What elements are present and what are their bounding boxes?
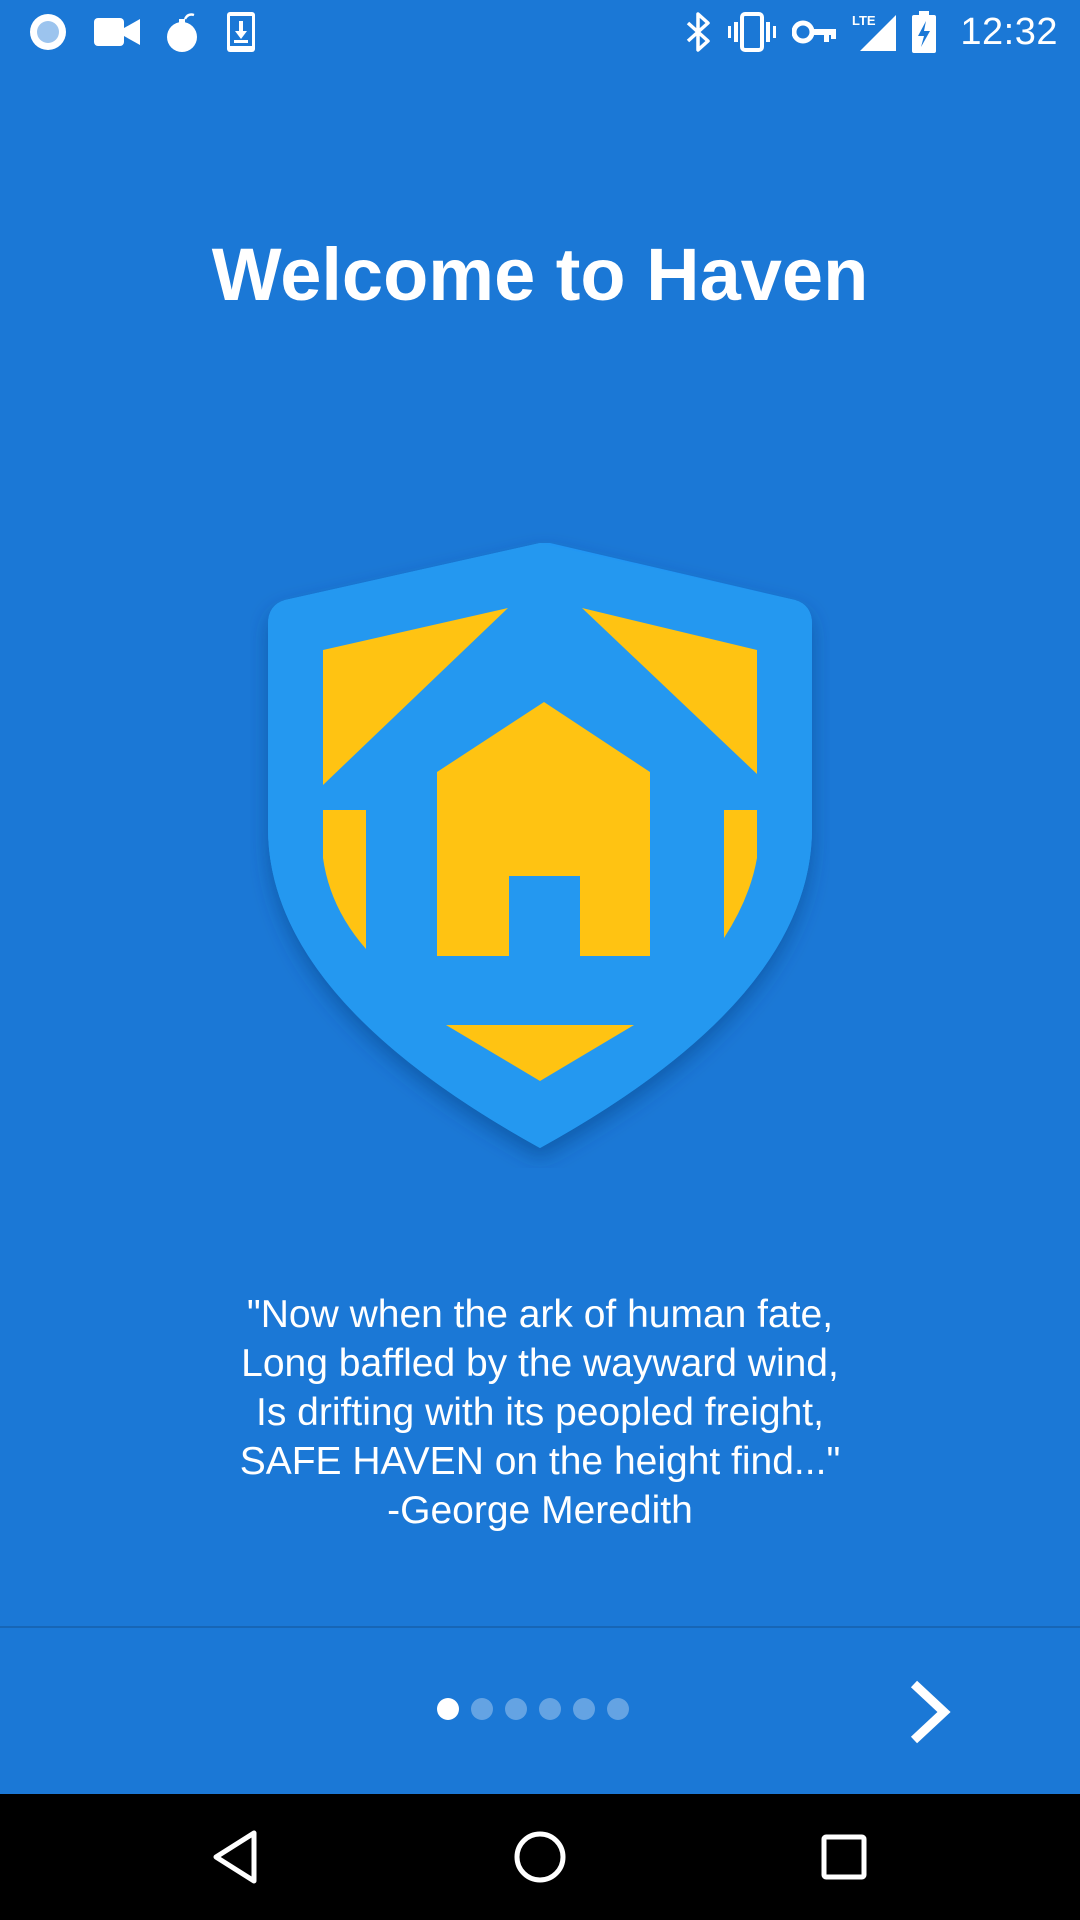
page-dot[interactable]	[471, 1698, 493, 1720]
quote-line: Is drifting with its peopled freight,	[256, 1391, 824, 1434]
page-dot[interactable]	[505, 1698, 527, 1720]
quote-block: "Now when the ark of human fate, Long ba…	[0, 1290, 1080, 1535]
status-time: 12:32	[960, 10, 1058, 53]
battery-charging-icon	[912, 11, 937, 53]
quote-line: SAFE HAVEN on the height find..."	[239, 1440, 841, 1483]
lte-label: LTE	[852, 13, 876, 28]
vibrate-icon	[728, 12, 777, 52]
bomb-icon	[167, 13, 197, 52]
page-dot[interactable]	[539, 1698, 561, 1720]
quote-author: -George Meredith	[387, 1489, 693, 1532]
page-dot[interactable]	[573, 1698, 595, 1720]
nav-home-button[interactable]	[495, 1812, 585, 1902]
download-icon	[227, 12, 255, 52]
page-dot-active[interactable]	[437, 1698, 459, 1720]
status-bar: LTE 12:32	[0, 0, 1080, 63]
page-dot[interactable]	[607, 1698, 629, 1720]
chevron-right-icon	[910, 1680, 951, 1744]
next-button[interactable]	[890, 1672, 970, 1752]
vpn-key-icon	[792, 20, 837, 44]
video-camera-icon	[94, 18, 140, 46]
lte-signal-icon: LTE	[852, 13, 897, 51]
recents-square-icon	[821, 1834, 867, 1880]
back-triangle-icon	[213, 1830, 257, 1884]
bluetooth-icon	[687, 12, 711, 52]
status-bar-right: LTE 12:32	[684, 10, 1058, 54]
status-bar-left	[28, 10, 256, 54]
page-title: Welcome to Haven	[211, 233, 869, 316]
page-indicator	[437, 1698, 629, 1720]
home-circle-icon	[514, 1831, 566, 1883]
nav-recents-button[interactable]	[799, 1812, 889, 1902]
quote-line: "Now when the ark of human fate,	[246, 1293, 834, 1336]
system-nav-bar	[0, 1794, 1080, 1920]
nav-back-button[interactable]	[190, 1812, 280, 1902]
record-icon	[30, 14, 66, 50]
quote-line: Long baffled by the wayward wind,	[241, 1342, 839, 1385]
haven-shield-logo	[250, 528, 830, 1168]
